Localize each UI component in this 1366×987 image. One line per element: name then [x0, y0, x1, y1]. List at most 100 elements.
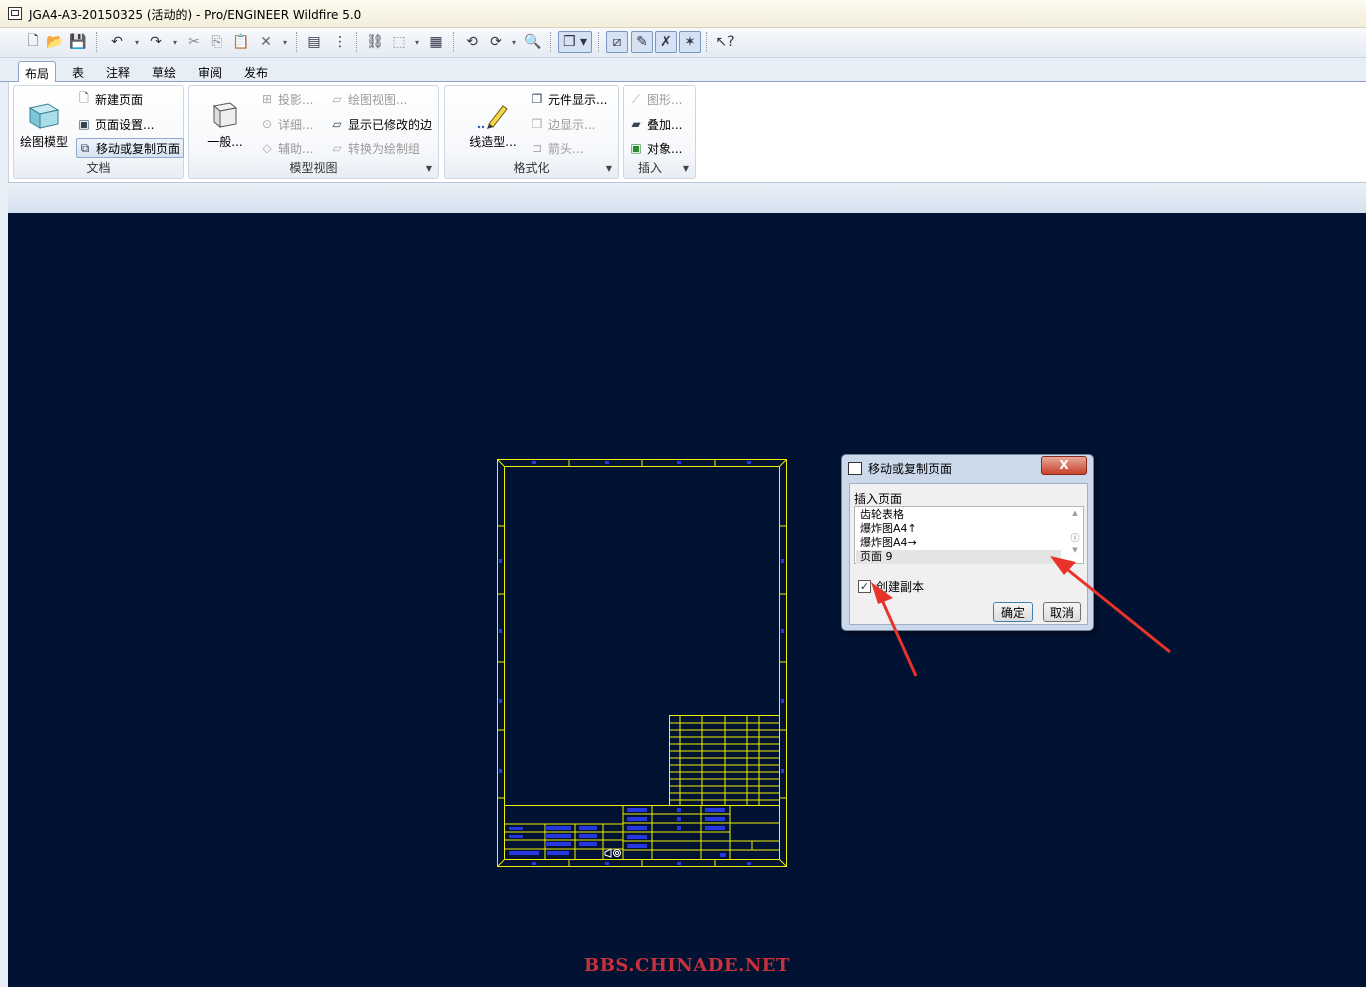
line-style-icon [477, 105, 508, 129]
layers-icon[interactable]: ▤ [303, 31, 325, 53]
detailed-view-button[interactable]: ⊙ 详细... [259, 114, 313, 134]
app-icon[interactable] [8, 7, 22, 20]
edge-display-icon: ❒ [531, 117, 543, 131]
binoculars-icon[interactable]: ⛓ [364, 31, 386, 53]
datum-point-icon[interactable]: ✗ [655, 31, 677, 53]
undo-dropdown-icon[interactable]: ▾ [132, 31, 142, 53]
ok-button[interactable]: 确定 [993, 602, 1033, 622]
undo-icon[interactable]: ↶ [106, 31, 128, 53]
drawing-view-button[interactable]: ▱ 绘图视图... [329, 89, 407, 109]
show-modified-edges-button[interactable]: ▱ 显示已修改的边 [329, 114, 432, 134]
ribbon-bottom-strip [8, 182, 1366, 213]
create-copy-checkbox[interactable]: ✓ 创建副本 [858, 578, 924, 595]
tab-review[interactable]: 审阅 [192, 61, 228, 82]
cancel-button[interactable]: 取消 [1043, 602, 1081, 622]
properties-icon[interactable]: ▦ [425, 31, 447, 53]
paste-icon[interactable]: 📋 [230, 31, 252, 53]
delete-icon[interactable]: ✕ [255, 31, 277, 53]
sheet-border-inner [504, 466, 780, 860]
dialog-app-icon [848, 462, 862, 475]
edge-display-button[interactable]: ❒ 边显示... [529, 114, 596, 134]
window-title: JGA4-A3-20150325 (活动的) - Pro/ENGINEER Wi… [29, 8, 362, 22]
general-view-button[interactable]: 一般... [197, 100, 253, 150]
repaint-icon[interactable]: ⟳ [485, 31, 507, 53]
delete-dropdown-icon[interactable]: ▾ [280, 31, 290, 53]
sheet-list-item[interactable]: 爆炸图A4↑ [860, 522, 917, 536]
arrows-button[interactable]: ⊐ 箭头... [529, 138, 583, 158]
page-setup-button[interactable]: ▣ 页面设置... [76, 114, 154, 134]
group-label-format: 格式化 [513, 161, 550, 175]
new-icon[interactable]: 🗋 [22, 31, 44, 53]
open-icon[interactable]: 📂 [44, 31, 66, 53]
group-insert: ⟋ 图形... ▰ 叠加... ▣ 对象... 插入 ▼ [623, 85, 696, 179]
auxiliary-view-button[interactable]: ◇ 辅助... [259, 138, 313, 158]
redo-icon[interactable]: ↷ [145, 31, 167, 53]
ribbon-tabs: 布局 表 注释 草绘 审阅 发布 [0, 58, 1366, 82]
dialog-close-button[interactable]: X [1041, 456, 1087, 475]
title-bar: JGA4-A3-20150325 (活动的) - Pro/ENGINEER Wi… [0, 0, 1366, 28]
group-model-views: 一般... ⊞ 投影... ⊙ 详细... ◇ 辅助... ▱ 绘图视图... ▱ 显示已… [188, 85, 439, 179]
regenerate-icon[interactable]: ⟲ [461, 31, 483, 53]
new-sheet-button[interactable]: 🗋 新建页面 [76, 89, 143, 109]
sheet-list-scrollbar[interactable]: ▲ ⓘ ▼ [1069, 509, 1081, 561]
drawing-sheet[interactable] [497, 459, 799, 871]
graphics-canvas[interactable] [8, 213, 1366, 987]
tab-table[interactable]: 表 [66, 61, 90, 82]
overlay-icon: ▰ [631, 117, 641, 131]
dialog-title: 移动或复制页面 [868, 462, 953, 476]
model-tree-icon[interactable]: ⋮ [329, 31, 351, 53]
display-style-icon[interactable]: ❒ ▾ [558, 31, 592, 53]
drawing-models-button[interactable]: 绘图模型 [16, 100, 72, 150]
object-button[interactable]: ▣ 对象... [628, 138, 682, 158]
select-dropdown-icon[interactable]: ▾ [412, 31, 422, 53]
scroll-down-icon[interactable]: ▼ [1069, 546, 1081, 554]
move-copy-sheet-button[interactable]: ⧉ 移动或复制页面 [76, 138, 185, 158]
redo-dropdown-icon[interactable]: ▾ [170, 31, 180, 53]
zoom-icon[interactable]: 🔍 [522, 31, 544, 53]
tab-annotate[interactable]: 注释 [100, 61, 136, 82]
sheet-list-item-selected[interactable]: 页面 9 [856, 550, 1061, 564]
save-icon[interactable]: 💾 [67, 31, 89, 53]
datum-csys-icon[interactable]: ✶ [679, 31, 701, 53]
general-view-icon [212, 102, 238, 129]
tab-publish[interactable]: 发布 [238, 61, 274, 82]
convert-to-draft-group-button[interactable]: ▱ 转换为绘制组 [329, 138, 420, 158]
format-dropdown-icon[interactable]: ▼ [606, 164, 612, 173]
draft-group-icon: ▱ [332, 141, 342, 155]
overlay-button[interactable]: ▰ 叠加... [628, 114, 682, 134]
move-copy-sheet-dialog: 移动或复制页面 X 插入页面 齿轮表格 爆炸图A4↑ 爆炸图A4→ 页面 9 ▲… [841, 454, 1094, 631]
context-help-icon[interactable]: ↖? [714, 31, 736, 53]
repaint-dropdown-icon[interactable]: ▾ [509, 31, 519, 53]
sheet-list-item[interactable]: 爆炸图A4→ [860, 536, 917, 550]
datum-plane-icon[interactable]: ⧄ [606, 31, 628, 53]
insert-dropdown-icon[interactable]: ▼ [683, 164, 689, 173]
group-document: 绘图模型 🗋 新建页面 ▣ 页面设置... ⧉ 移动或复制页面 文档 [13, 85, 185, 179]
detailed-view-icon: ⊙ [261, 117, 273, 131]
line-style-button[interactable]: 线造型... [463, 100, 523, 150]
dialog-body: 插入页面 齿轮表格 爆炸图A4↑ 爆炸图A4→ 页面 9 ▲ ⓘ ▼ ✓ 创建副… [849, 483, 1088, 625]
datum-axis-icon[interactable]: ✎ [631, 31, 653, 53]
drawing-view-icon: ▱ [332, 92, 342, 106]
group-label-document: 文档 [86, 161, 111, 175]
group-format: 线造型... ❒ 元件显示... ❒ 边显示... ⊐ 箭头... 格式化 ▼ [444, 85, 619, 179]
select-box-icon[interactable]: ⬚ [388, 31, 410, 53]
tab-sketch[interactable]: 草绘 [146, 61, 182, 82]
sheet-list[interactable]: 齿轮表格 爆炸图A4↑ 爆炸图A4→ 页面 9 ▲ ⓘ ▼ [854, 506, 1084, 564]
projection-symbol-icon [604, 848, 621, 858]
dialog-title-bar[interactable]: 移动或复制页面 [848, 460, 952, 477]
insert-sheet-label: 插入页面 [854, 492, 903, 506]
quick-toolbar: 🗋 📂 💾 ↶ ▾ ↷ ▾ ✂ ⎘ 📋 ✕ ▾ ▤ ⋮ ⛓ ⬚ ▾ ▦ ⟲ ⟳ … [0, 28, 1366, 58]
sheet-list-item[interactable]: 齿轮表格 [860, 508, 904, 522]
scroll-up-icon[interactable]: ▲ [1069, 509, 1081, 517]
component-display-button[interactable]: ❒ 元件显示... [529, 89, 608, 109]
projection-view-button[interactable]: ⊞ 投影... [259, 89, 313, 109]
cut-icon[interactable]: ✂ [183, 31, 205, 53]
auxiliary-view-icon: ◇ [262, 141, 272, 155]
model-views-dropdown-icon[interactable]: ▼ [426, 164, 432, 173]
tab-layout[interactable]: 布局 [18, 61, 57, 82]
graph-button[interactable]: ⟋ 图形... [628, 89, 683, 109]
create-copy-label: 创建副本 [876, 580, 925, 594]
graph-icon: ⟋ [631, 91, 641, 106]
copy-icon[interactable]: ⎘ [206, 31, 228, 53]
checkbox-checked-icon[interactable]: ✓ [858, 580, 871, 593]
